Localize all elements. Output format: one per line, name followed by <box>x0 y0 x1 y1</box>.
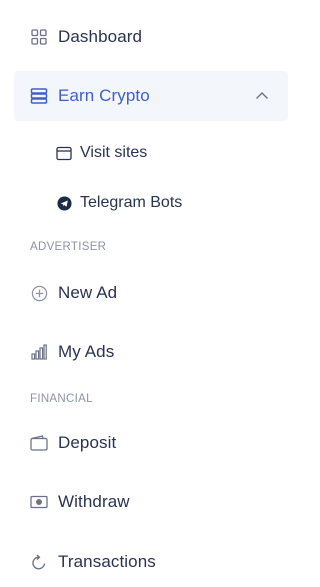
sidebar-item-label: Withdraw <box>58 492 130 511</box>
sidebar-item-earn-crypto[interactable]: Earn Crypto <box>14 71 288 121</box>
bar-chart-icon <box>30 343 48 361</box>
section-header-financial: FINANCIAL <box>30 393 93 405</box>
chevron-up-icon[interactable] <box>254 88 270 104</box>
sidebar-item-dashboard[interactable]: Dashboard <box>0 15 300 59</box>
sidebar-subitem-telegram-bots[interactable]: Telegram Bots <box>0 185 300 221</box>
grid-icon <box>30 28 48 46</box>
sidebar-subitem-label: Telegram Bots <box>80 194 183 211</box>
sidebar-item-new-ad[interactable]: New Ad <box>0 271 300 315</box>
sidebar-item-withdraw[interactable]: Withdraw <box>0 480 300 524</box>
section-header-advertiser: ADVERTISER <box>30 241 107 253</box>
sidebar-subitem-label: Visit sites <box>80 144 148 161</box>
cash-icon <box>30 493 48 511</box>
sidebar-item-label: Transactions <box>58 552 156 571</box>
server-icon <box>30 87 48 105</box>
sidebar-item-label: My Ads <box>58 342 115 361</box>
sidebar-item-label: Deposit <box>58 433 117 452</box>
sidebar-item-label: New Ad <box>58 283 118 302</box>
sidebar-nav: Dashboard Earn Crypto Visit sites Telegr… <box>0 0 300 587</box>
telegram-icon <box>56 195 72 211</box>
plus-circle-icon <box>30 284 48 302</box>
wallet-icon <box>30 434 48 452</box>
sidebar-item-label: Earn Crypto <box>58 86 150 105</box>
sidebar-item-transactions[interactable]: Transactions <box>0 540 300 584</box>
sidebar-item-label: Dashboard <box>58 27 143 46</box>
refresh-icon <box>30 553 48 571</box>
sidebar-item-deposit[interactable]: Deposit <box>0 421 300 465</box>
sidebar-item-my-ads[interactable]: My Ads <box>0 330 300 374</box>
sidebar-subitem-visit-sites[interactable]: Visit sites <box>0 135 300 171</box>
browser-window-icon <box>56 145 72 161</box>
